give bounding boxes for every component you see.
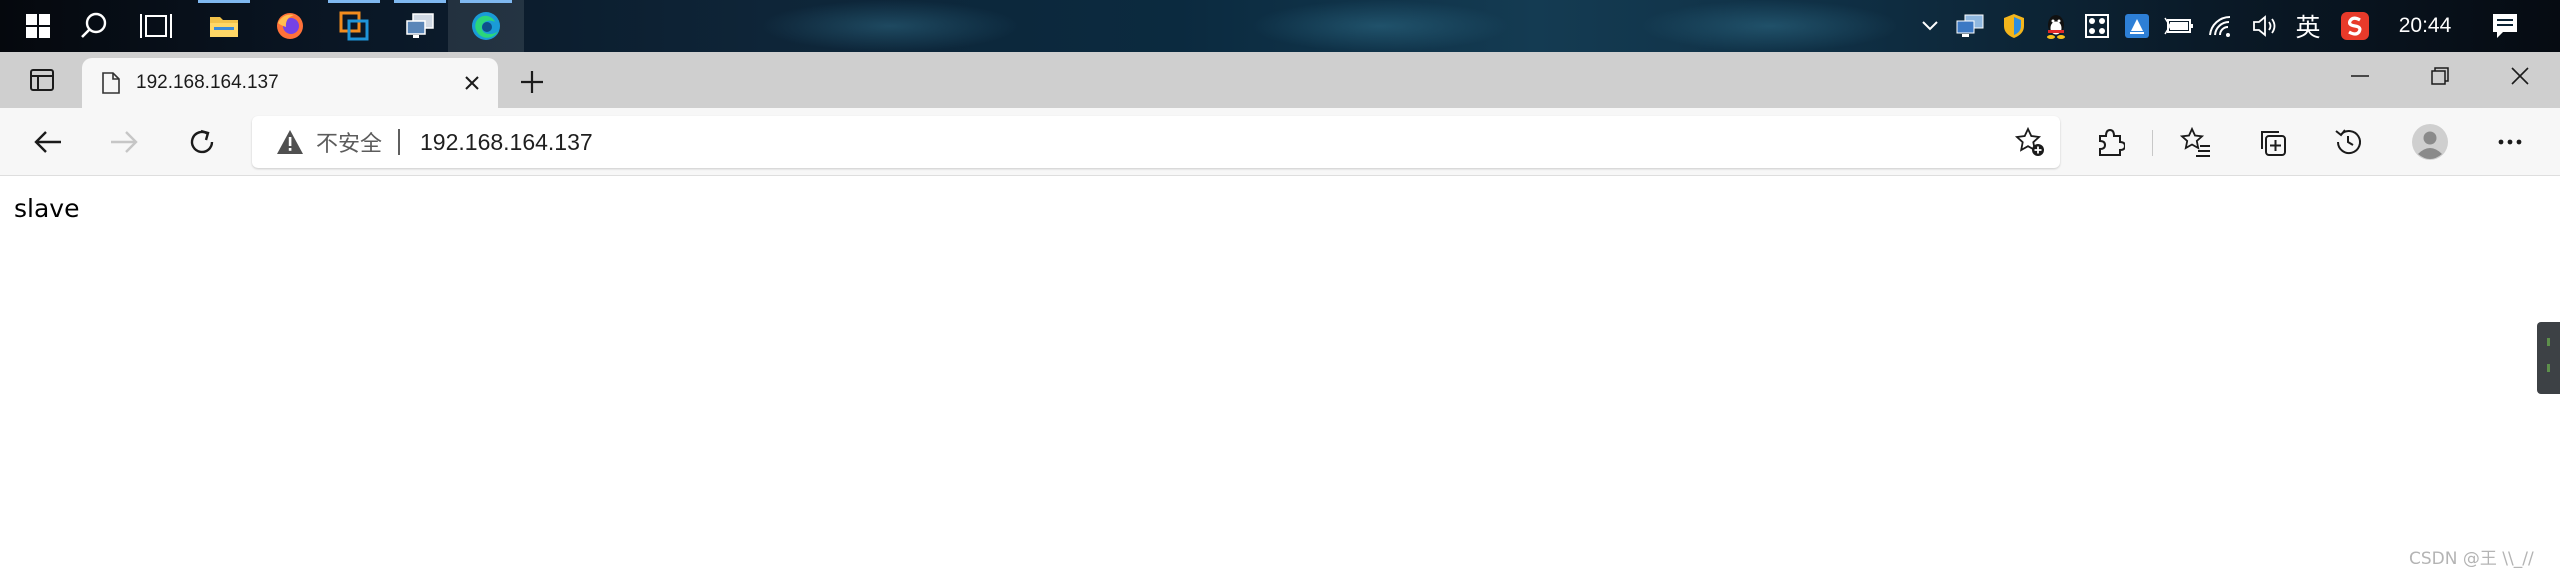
taskbar-app-vmware[interactable]: [316, 0, 392, 52]
tray-sogou[interactable]: [2336, 0, 2374, 52]
browser-toolbar: 不安全 192.168.164.137: [0, 108, 2560, 176]
app-grid-icon: [2085, 14, 2109, 38]
tab-actions-button[interactable]: [12, 60, 72, 100]
url-text[interactable]: 192.168.164.137: [420, 129, 2006, 156]
settings-more-button[interactable]: [2486, 118, 2534, 166]
window-close-button[interactable]: [2480, 52, 2560, 100]
task-view-button[interactable]: [118, 0, 194, 52]
search-icon: [79, 11, 109, 41]
sogou-input-icon: [2340, 11, 2370, 41]
back-button[interactable]: [24, 118, 72, 166]
arrow-left-icon: [33, 129, 63, 155]
collections-button[interactable]: [2248, 118, 2296, 166]
action-center-button[interactable]: [2480, 0, 2530, 52]
address-bar[interactable]: 不安全 192.168.164.137: [252, 116, 2060, 168]
task-view-icon: [140, 12, 172, 40]
close-icon: [2510, 66, 2530, 86]
star-add-icon: [2014, 126, 2044, 156]
restore-button[interactable]: [2400, 52, 2480, 100]
tab-actions-icon: [30, 69, 54, 91]
address-separator: [398, 129, 401, 155]
add-favorite-button[interactable]: [2006, 118, 2054, 166]
remote-desktop-icon: [405, 12, 435, 40]
avatar: [2411, 123, 2449, 161]
windows-logo-icon: [26, 14, 50, 38]
page-body-text: slave: [14, 194, 80, 223]
upload-icon: [2124, 13, 2150, 39]
tab-close-button[interactable]: [452, 63, 492, 103]
handle-marker: [2547, 338, 2550, 346]
shield-icon: [2003, 13, 2025, 39]
profile-button[interactable]: [2406, 118, 2454, 166]
taskbar-clock[interactable]: 20:44: [2385, 0, 2465, 52]
taskbar-app-file-explorer[interactable]: [186, 0, 262, 52]
edge-icon: [470, 10, 502, 42]
security-status-label[interactable]: 不安全: [316, 126, 382, 158]
collections-icon: [2257, 127, 2287, 157]
warning-triangle-icon[interactable]: [276, 129, 304, 155]
page-content: slave CSDN @王 \\_//: [0, 176, 2560, 576]
history-button[interactable]: [2324, 118, 2372, 166]
refresh-icon: [187, 127, 217, 157]
tray-wifi[interactable]: [2202, 0, 2240, 52]
favorites-list-icon: [2180, 127, 2212, 157]
tray-qq[interactable]: [2037, 0, 2075, 52]
tray-upload[interactable]: [2118, 0, 2156, 52]
favorites-button[interactable]: [2172, 118, 2220, 166]
tab-strip: 192.168.164.137: [0, 52, 2560, 108]
speaker-icon: [2252, 14, 2278, 38]
refresh-button[interactable]: [178, 118, 226, 166]
taskbar: 英 20:44: [0, 0, 2560, 52]
tray-app-grid[interactable]: [2078, 0, 2116, 52]
wallpaper-glow: [760, 0, 1020, 52]
handle-marker: [2547, 364, 2550, 372]
monitor-icon: [1956, 14, 1984, 38]
minimize-icon: [2351, 74, 2369, 78]
new-tab-button[interactable]: [512, 62, 552, 102]
input-method-indicator[interactable]: 英: [2290, 0, 2326, 52]
tray-overflow-button[interactable]: [1911, 0, 1949, 52]
csdn-watermark: CSDN @王 \\_//: [2409, 549, 2534, 569]
vmware-icon: [339, 11, 369, 41]
qq-penguin-icon: [2044, 13, 2068, 39]
close-icon: [465, 76, 479, 90]
wallpaper-glow: [1640, 0, 1900, 52]
browser-tab[interactable]: 192.168.164.137: [82, 58, 498, 108]
tray-volume[interactable]: [2246, 0, 2284, 52]
taskbar-app-edge[interactable]: [448, 0, 524, 52]
more-horizontal-icon: [2498, 139, 2522, 145]
taskbar-app-remote-desktop[interactable]: [382, 0, 458, 52]
notification-icon: [2491, 12, 2519, 40]
tray-battery[interactable]: [2160, 0, 2198, 52]
tray-network-monitor[interactable]: [1951, 0, 1989, 52]
sidebar-toggle-handle[interactable]: [2537, 322, 2560, 394]
battery-icon: [2164, 16, 2194, 36]
arrow-right-icon: [109, 129, 139, 155]
chevron-up-icon: [1921, 20, 1939, 32]
puzzle-icon: [2095, 127, 2125, 157]
firefox-icon: [275, 11, 305, 41]
wallpaper-glow: [1250, 0, 1510, 52]
extensions-button[interactable]: [2086, 118, 2134, 166]
toolbar-separator: [2152, 130, 2153, 156]
folder-icon: [209, 13, 239, 39]
wifi-icon: [2208, 15, 2234, 37]
minimize-button[interactable]: [2320, 52, 2400, 100]
history-clock-icon: [2333, 127, 2363, 157]
page-icon: [102, 72, 120, 94]
forward-button[interactable]: [100, 118, 148, 166]
tab-title: 192.168.164.137: [136, 72, 279, 93]
restore-icon: [2431, 67, 2449, 85]
plus-icon: [519, 69, 545, 95]
tray-security[interactable]: [1995, 0, 2033, 52]
